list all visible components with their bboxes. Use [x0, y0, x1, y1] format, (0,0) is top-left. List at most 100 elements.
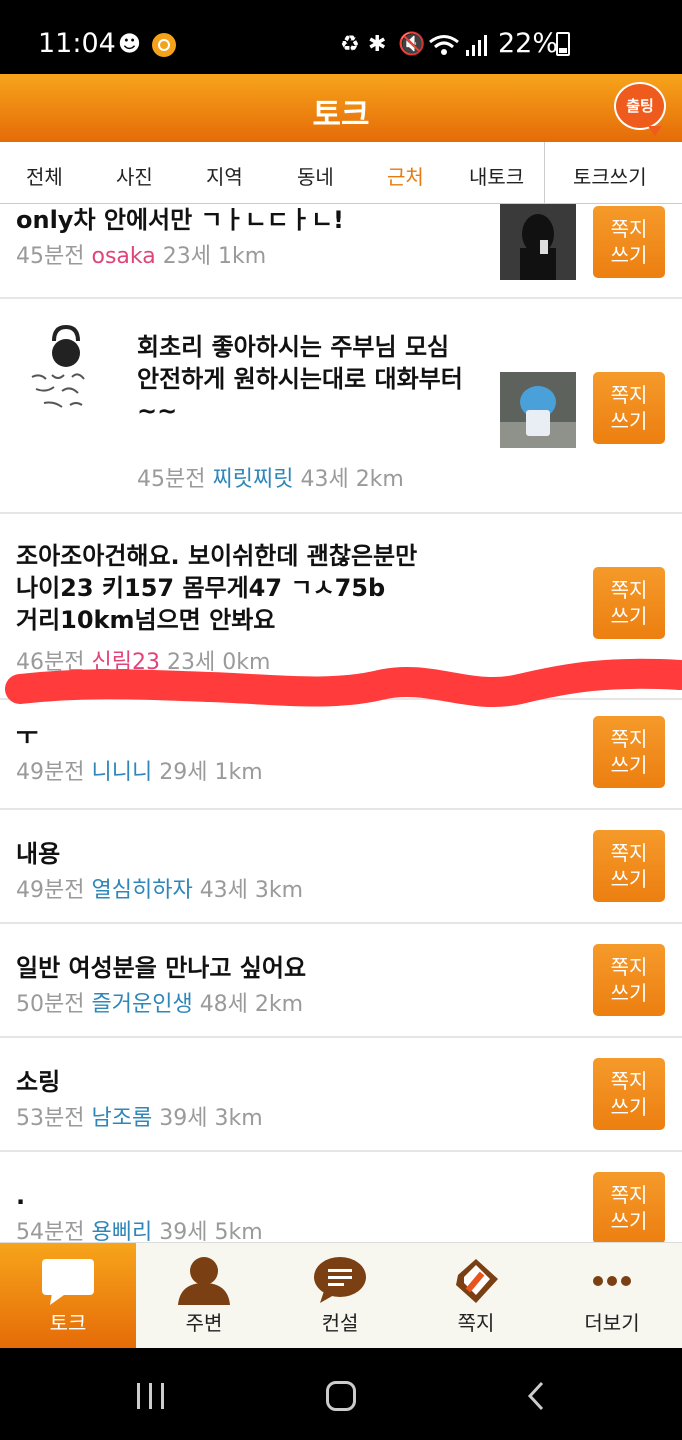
orange-circle-icon [152, 33, 176, 57]
list-item[interactable]: ㅜ 49분전 니니니 29세 1km 쪽지 쓰기 [0, 700, 682, 810]
list-item[interactable]: only차 안에서만 ㄱㅏㄴㄷㅏㄴ! 45분전 osaka 23세 1km 쪽지… [0, 204, 682, 299]
nav-more[interactable]: 더보기 [544, 1243, 680, 1349]
nav-label: 주변 [185, 1311, 223, 1335]
send-note-button[interactable]: 쪽지 쓰기 [593, 372, 665, 444]
consult-icon [314, 1257, 366, 1303]
nav-label: 더보기 [584, 1311, 640, 1335]
list-item[interactable]: 소링 53분전 남조롬 39세 3km 쪽지 쓰기 [0, 1038, 682, 1152]
post-time: 46분전 [16, 650, 85, 675]
post-title: 조아조아건해요. 보이쉬한데 괜찮은분만 나이23 키157 몸무게47 ㄱㅅ7… [16, 542, 418, 634]
chat-bubble-icon [42, 1259, 94, 1305]
post-title: 회초리 좋아하시는 주부님 모심 안전하게 원하시는대로 대화부터~~ [137, 333, 463, 425]
post-time: 50분전 [16, 992, 85, 1017]
send-note-button[interactable]: 쪽지 쓰기 [593, 206, 665, 278]
tab-photo[interactable]: 사진 [116, 161, 153, 190]
back-icon[interactable] [522, 1380, 552, 1412]
send-note-label-2: 쓰기 [610, 981, 648, 1005]
post-meta: 50분전 즐거운인생 48세 2km [16, 990, 303, 1020]
status-time: 11:04 [38, 28, 116, 59]
post-title: ㅜ [16, 722, 39, 750]
nav-label: 컨설 [321, 1311, 359, 1335]
send-note-label-2: 쓰기 [610, 243, 648, 267]
post-nickname[interactable]: 니니니 [91, 760, 152, 785]
post-age: 23세 [166, 650, 216, 675]
post-distance: 3km [254, 878, 304, 903]
post-meta: 46분전 신림23 23세 0km [16, 648, 270, 678]
app-logo[interactable]: 출팅 [614, 82, 666, 136]
post-distance: 1km [217, 244, 267, 269]
tab-all[interactable]: 전체 [26, 161, 63, 190]
app-header: 토크 [0, 74, 682, 142]
send-note-button[interactable]: 쪽지 쓰기 [593, 1058, 665, 1130]
post-title: 소링 [16, 1068, 61, 1096]
send-note-label-1: 쪽지 [610, 217, 648, 241]
recycle-icon: ♻ [340, 32, 360, 57]
tab-write-talk[interactable]: 토크쓰기 [573, 161, 647, 190]
post-meta: 54분전 용삐리 39세 5km [16, 1218, 263, 1242]
send-note-label-2: 쓰기 [610, 1095, 648, 1119]
nav-note[interactable]: 쪽지 [408, 1243, 544, 1349]
tab-region[interactable]: 지역 [206, 161, 243, 190]
recent-apps-icon[interactable] [137, 1383, 165, 1409]
post-nickname[interactable]: 찌릿찌릿 [212, 467, 293, 492]
post-nickname[interactable]: 남조롬 [91, 1106, 152, 1131]
status-bar: 11:04 ☻ ♻ ✱ 🔇 22% [0, 0, 682, 74]
send-note-label-2: 쓰기 [610, 1209, 648, 1233]
list-item[interactable]: 조아조아건해요. 보이쉬한데 괜찮은분만 나이23 키157 몸무게47 ㄱㅅ7… [0, 514, 682, 700]
send-note-button[interactable]: 쪽지 쓰기 [593, 944, 665, 1016]
tab-nearby[interactable]: 근처 [387, 161, 424, 190]
post-thumbnail[interactable] [500, 204, 576, 280]
list-item[interactable]: . 54분전 용삐리 39세 5km 쪽지 쓰기 [0, 1152, 682, 1242]
home-icon[interactable] [326, 1381, 356, 1411]
tab-neighborhood[interactable]: 동네 [297, 161, 334, 190]
send-note-label-1: 쪽지 [610, 578, 648, 602]
battery-icon [556, 32, 570, 56]
battery-percent: 22% [498, 28, 559, 59]
send-note-button[interactable]: 쪽지 쓰기 [593, 716, 665, 788]
send-note-label-1: 쪽지 [610, 841, 648, 865]
bluetooth-icon: ✱ [368, 32, 387, 57]
page-title: 토크 [312, 97, 370, 133]
nav-talk[interactable]: 토크 [0, 1243, 136, 1349]
post-distance: 1km [214, 760, 263, 785]
post-time: 49분전 [16, 760, 85, 785]
post-nickname[interactable]: 즐거운인생 [91, 992, 192, 1017]
nav-nearby[interactable]: 주변 [136, 1243, 272, 1349]
post-age: 39세 [159, 1106, 208, 1131]
list-item[interactable]: 일반 여성분을 만나고 싶어요 50분전 즐거운인생 48세 2km 쪽지 쓰기 [0, 924, 682, 1038]
post-nickname[interactable]: 신림23 [91, 650, 159, 675]
post-title: only차 안에서만 ㄱㅏㄴㄷㅏㄴ! [16, 206, 344, 234]
send-note-label-1: 쪽지 [610, 383, 648, 407]
send-note-label-2: 쓰기 [610, 604, 648, 628]
post-age: 29세 [159, 760, 208, 785]
cup-photo-icon [500, 372, 576, 448]
send-note-label-1: 쪽지 [610, 1069, 648, 1093]
list-item[interactable]: 내용 49분전 열심히하자 43세 3km 쪽지 쓰기 [0, 810, 682, 924]
tab-my-talk[interactable]: 내토크 [469, 161, 524, 190]
android-head-icon: ☻ [118, 32, 141, 57]
list-item[interactable]: 회초리 좋아하시는 주부님 모심 안전하게 원하시는대로 대화부터~~ 45분전… [0, 299, 682, 514]
nav-consult[interactable]: 컨설 [272, 1243, 408, 1349]
send-note-label-1: 쪽지 [610, 1183, 648, 1207]
post-nickname[interactable]: osaka [91, 244, 155, 269]
wifi-icon [429, 35, 459, 55]
post-nickname[interactable]: 열심히하자 [91, 878, 192, 903]
post-time: 49분전 [16, 878, 85, 903]
post-list: only차 안에서만 ㄱㅏㄴㄷㅏㄴ! 45분전 osaka 23세 1km 쪽지… [0, 204, 682, 1242]
post-meta: 53분전 남조롬 39세 3km [16, 1104, 263, 1134]
nav-label: 쪽지 [457, 1311, 495, 1335]
send-note-button[interactable]: 쪽지 쓰기 [593, 830, 665, 902]
tab-divider [544, 142, 545, 204]
person-photo-icon [500, 204, 576, 280]
mute-icon: 🔇 [398, 32, 426, 57]
send-note-button[interactable]: 쪽지 쓰기 [593, 1172, 665, 1242]
post-nickname[interactable]: 용삐리 [91, 1220, 152, 1242]
post-thumbnail[interactable] [500, 372, 576, 448]
category-tabs: 전체 사진 지역 동네 근처 내토크 토크쓰기 [0, 142, 682, 204]
send-note-button[interactable]: 쪽지 쓰기 [593, 567, 665, 639]
post-distance: 2km [355, 467, 404, 492]
send-note-label-1: 쪽지 [610, 727, 648, 751]
send-note-label-2: 쓰기 [610, 753, 648, 777]
post-time: 45분전 [16, 244, 85, 269]
note-icon [456, 1259, 498, 1303]
